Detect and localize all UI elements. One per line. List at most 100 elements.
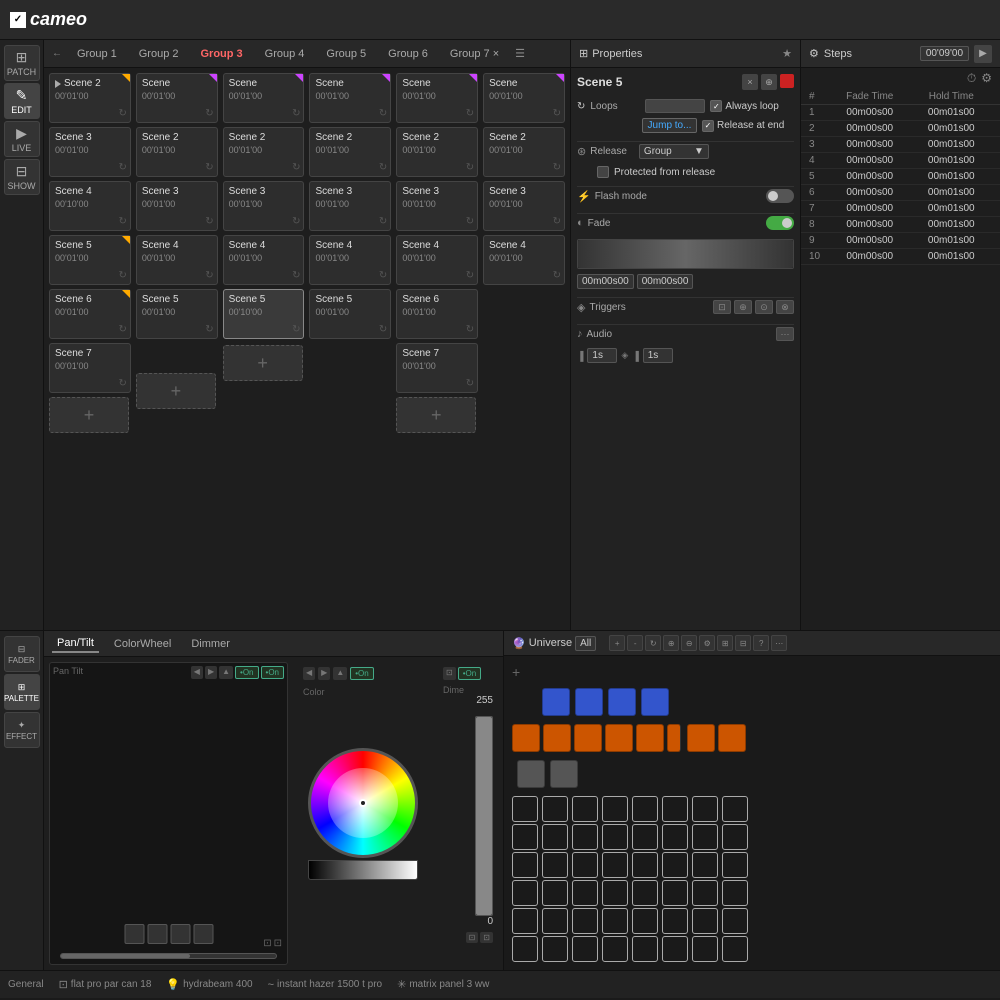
scene-card[interactable]: Scene 2 00'01'00 ↻ — [309, 127, 391, 177]
channel-grid-cell[interactable] — [602, 908, 628, 934]
scene-card[interactable]: Scene 7 00'01'00 ↻ — [396, 343, 478, 393]
scene-color-dot[interactable] — [780, 74, 794, 88]
scene-card[interactable]: Scene 00'01'00 ↻ — [309, 73, 391, 123]
fade-end-time[interactable]: 00m00s00 — [637, 274, 694, 289]
audio-time-1[interactable]: 1s — [587, 348, 617, 363]
channel-grid-cell[interactable] — [632, 908, 658, 934]
scene-copy-button[interactable]: ⊕ — [761, 74, 777, 90]
channel-grid-cell[interactable] — [572, 796, 598, 822]
channel-orange-3[interactable] — [574, 724, 602, 752]
trigger-btn-3[interactable]: ⊙ — [755, 300, 773, 314]
add-scene-button[interactable]: + — [396, 397, 476, 433]
channel-grid-cell[interactable] — [602, 796, 628, 822]
scene-card[interactable]: Scene 6 00'01'00 ↻ — [49, 289, 131, 339]
color-wheel[interactable] — [308, 748, 418, 858]
scene-card[interactable]: Scene 5 00'01'00 ↻ — [309, 289, 391, 339]
tab-dimmer[interactable]: Dimmer — [186, 636, 235, 652]
pt-grid-cell[interactable] — [124, 924, 144, 944]
scene-card[interactable]: Scene 3 00'01'00 ↻ — [136, 181, 218, 231]
dimmer-on-btn[interactable]: •On — [458, 667, 481, 680]
utool-settings[interactable]: ⚙ — [699, 635, 715, 651]
channel-grid-cell[interactable] — [512, 852, 538, 878]
fader-button[interactable]: ⊟ FADER — [4, 636, 40, 672]
channel-grid-cell[interactable] — [662, 796, 688, 822]
flash-mode-toggle[interactable] — [766, 189, 794, 203]
dimmer-bottom-2[interactable]: ⊡ — [480, 932, 493, 943]
utool-zoom-out[interactable]: - — [627, 635, 643, 651]
pan-tilt-slider[interactable] — [60, 953, 277, 959]
tab-menu-icon[interactable]: ☰ — [515, 47, 525, 60]
channel-grid-cell[interactable] — [722, 796, 748, 822]
channel-grid-cell[interactable] — [662, 852, 688, 878]
channel-grid-cell[interactable] — [662, 936, 688, 962]
channel-grid-cell[interactable] — [572, 824, 598, 850]
tab-group6[interactable]: Group 6 — [378, 45, 438, 63]
footer-item-3[interactable]: ~ instant hazer 1500 t pro — [268, 979, 383, 991]
audio-menu-btn[interactable]: ⋯ — [776, 327, 794, 341]
scene-card[interactable]: Scene 2 00'01'00 ↻ — [483, 127, 565, 177]
scene-card[interactable]: Scene 3 00'01'00 ↻ — [483, 181, 565, 231]
channel-blue-1[interactable] — [542, 688, 570, 716]
trigger-btn-4[interactable]: ⊗ — [776, 300, 794, 314]
scene-card[interactable]: Scene 2 00'01'00 ↻ — [136, 127, 218, 177]
scene-card[interactable]: Scene 4 00'01'00 ↻ — [483, 235, 565, 285]
tab-arrow-left[interactable]: ← — [49, 48, 65, 59]
utool-zoom-in[interactable]: + — [609, 635, 625, 651]
channel-grid-cell[interactable] — [572, 908, 598, 934]
scene-card[interactable]: Scene 3 00'01'00 ↻ — [223, 181, 305, 231]
step-row[interactable]: 9 00m00s00 00m01s00 — [801, 233, 1000, 249]
footer-item-2[interactable]: 💡 hydrabeam 400 — [166, 978, 252, 991]
effect-button[interactable]: ✦ EFFECT — [4, 712, 40, 748]
channel-orange-1[interactable] — [512, 724, 540, 752]
step-row[interactable]: 8 00m00s00 00m01s00 — [801, 217, 1000, 233]
channel-gray-1[interactable] — [517, 760, 545, 788]
step-row[interactable]: 5 00m00s00 00m01s00 — [801, 169, 1000, 185]
scene-card[interactable]: Scene 4 00'01'00 ↻ — [223, 235, 305, 285]
tab-pan-tilt[interactable]: Pan/Tilt — [52, 635, 99, 653]
scene-card[interactable]: Scene 6 00'01'00 ↻ — [396, 289, 478, 339]
channel-grid-cell[interactable] — [692, 936, 718, 962]
channel-grid-cell[interactable] — [602, 852, 628, 878]
step-row[interactable]: 2 00m00s00 00m01s00 — [801, 121, 1000, 137]
trigger-btn-2[interactable]: ⊕ — [734, 300, 752, 314]
tab-group2[interactable]: Group 2 — [129, 45, 189, 63]
utool-grid[interactable]: ⊟ — [735, 635, 751, 651]
scene-card[interactable]: Scene 3 00'01'00 ↻ — [396, 181, 478, 231]
step-row[interactable]: 1 00m00s00 00m01s00 — [801, 105, 1000, 121]
utool-refresh[interactable]: ↻ — [645, 635, 661, 651]
utool-expand[interactable]: ⊞ — [717, 635, 733, 651]
add-scene-button[interactable]: + — [223, 345, 303, 381]
channel-grid-cell[interactable] — [542, 796, 568, 822]
color-brightness-slider[interactable] — [308, 860, 418, 880]
channel-grid-cell[interactable] — [662, 824, 688, 850]
pt-grid-cell[interactable] — [170, 924, 190, 944]
trigger-btn-1[interactable]: ⊡ — [713, 300, 731, 314]
channel-grid-cell[interactable] — [632, 824, 658, 850]
pan-on-btn[interactable]: •On — [235, 666, 258, 679]
pt-ctrl-3[interactable]: ▲ — [219, 666, 233, 679]
palette-button[interactable]: ⊞ PALETTE — [4, 674, 40, 710]
universe-select[interactable]: All — [575, 636, 596, 651]
release-at-end-checkbox[interactable]: ✓ — [702, 120, 714, 132]
scene-card[interactable]: Scene 4 00'01'00 ↻ — [309, 235, 391, 285]
release-mode-combo[interactable]: Group ▼ — [639, 144, 709, 159]
scene-delete-button[interactable]: × — [742, 74, 758, 90]
channel-grid-cell[interactable] — [722, 880, 748, 906]
add-scene-button[interactable]: + — [136, 373, 216, 409]
channel-grid-cell[interactable] — [602, 824, 628, 850]
sidebar-btn-edit[interactable]: ✎ EDIT — [4, 83, 40, 119]
scene-card[interactable]: Scene 4 00'01'00 ↻ — [136, 235, 218, 285]
pt-ctrl-2[interactable]: ▶ — [205, 666, 217, 679]
utool-paste[interactable]: ⊖ — [681, 635, 697, 651]
scene-card[interactable]: Scene 00'01'00 ↻ — [483, 73, 565, 123]
channel-grid-cell[interactable] — [572, 852, 598, 878]
channel-grid-cell[interactable] — [542, 824, 568, 850]
channel-grid-cell[interactable] — [512, 908, 538, 934]
channel-grid-cell[interactable] — [692, 824, 718, 850]
tab-group1[interactable]: Group 1 — [67, 45, 127, 63]
sidebar-btn-live[interactable]: ▶ LIVE — [4, 121, 40, 157]
fade-toggle[interactable] — [766, 216, 794, 230]
channel-grid-cell[interactable] — [632, 796, 658, 822]
sidebar-btn-show[interactable]: ⊟ SHOW — [4, 159, 40, 195]
jump-to-input[interactable]: Jump to... — [642, 118, 697, 133]
